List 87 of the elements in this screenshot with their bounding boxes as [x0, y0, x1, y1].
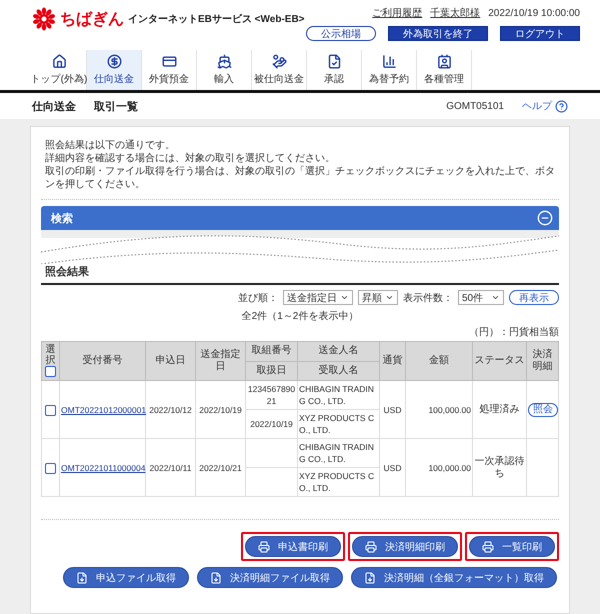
download-button[interactable]: 決済明細ファイル取得 — [197, 567, 343, 588]
nav-tab[interactable]: 被仕向送金 — [252, 50, 307, 90]
column-header: 取組番号 — [246, 342, 298, 362]
search-panel-header[interactable]: 検索 — [41, 206, 559, 230]
collapse-icon[interactable] — [537, 210, 553, 226]
dollar-coin-icon — [106, 54, 122, 69]
file-download-icon — [76, 572, 88, 584]
download-button[interactable]: 申込ファイル取得 — [63, 567, 189, 588]
header-link[interactable]: 千葉太郎様 — [430, 6, 480, 20]
table-cell: USD — [380, 438, 406, 497]
contact-card-icon — [436, 54, 452, 69]
service-name: インターネットEBサービス <Web-EB> — [128, 12, 304, 26]
column-header: 通貨 — [380, 342, 406, 381]
download-button[interactable]: 決済明細（全銀フォーマット）取得 — [351, 567, 557, 588]
header-button[interactable]: ログアウト — [500, 26, 580, 41]
print-button[interactable]: 決済明細印刷 — [352, 536, 458, 558]
screen-id: GOMT05101 — [446, 100, 504, 112]
table-cell: 123456789021 — [246, 380, 298, 410]
sort-field-select[interactable]: 送金指定日 — [283, 290, 353, 305]
caret-icon — [385, 293, 394, 302]
select-all-checkbox[interactable] — [45, 366, 56, 377]
table-cell: 100,000.00 — [406, 380, 472, 439]
header-link[interactable]: ご利用履歴 — [372, 6, 422, 20]
hand-coins-icon — [272, 54, 286, 69]
nav-tab[interactable]: 仕向送金 — [87, 50, 142, 90]
table-cell: 2022/10/19 — [246, 410, 298, 439]
receipt-number-link[interactable]: OMT20221012000001 — [61, 404, 146, 415]
column-header: 金額 — [406, 342, 472, 381]
table-cell: CHIBAGIN TRADING CO., LTD. — [298, 380, 380, 410]
result-summary: 全2件（1～2件を表示中） — [240, 310, 360, 323]
column-header: 受取人名 — [298, 361, 380, 381]
document-check-icon — [326, 54, 342, 69]
caret-icon — [491, 293, 500, 302]
instruction-text: 詳細内容を確認する場合には、対象の取引を選択してください。 — [45, 152, 336, 165]
sort-label: 並び順： — [238, 292, 278, 304]
table-cell: CHIBAGIN TRADING CO., LTD. — [298, 438, 380, 468]
table-cell: 処理済み — [472, 380, 526, 439]
column-header: 申込日 — [146, 342, 196, 381]
printer-icon — [365, 540, 377, 553]
print-button[interactable]: 申込書印刷 — [245, 536, 341, 558]
row-checkbox[interactable] — [45, 404, 56, 416]
page-title: 仕向送金 — [32, 100, 76, 114]
home-icon — [52, 54, 66, 69]
bar-chart-icon — [382, 54, 396, 69]
count-select[interactable]: 50件 — [458, 290, 504, 305]
count-label: 表示件数： — [403, 292, 453, 304]
table-cell: 2022/10/21 — [196, 438, 246, 497]
print-button[interactable]: 一覧印刷 — [469, 536, 555, 558]
table-cell: 2022/10/12 — [146, 380, 196, 439]
help-icon — [555, 100, 568, 112]
view-button[interactable]: 照会 — [528, 402, 558, 417]
column-header: 決済明細 — [526, 342, 558, 381]
column-header: 選択 — [42, 342, 60, 381]
receipt-number-link[interactable]: OMT20221011000004 — [61, 462, 146, 473]
header-button[interactable]: 公示相場 — [306, 26, 376, 41]
table-cell: USD — [380, 380, 406, 439]
file-download-icon — [210, 572, 222, 584]
section-title: 照会結果 — [41, 264, 559, 285]
printer-icon — [258, 540, 270, 553]
nav-tab[interactable]: トップ(外為) — [32, 50, 87, 90]
help-link[interactable]: ヘルプ — [522, 99, 568, 113]
search-title: 検索 — [51, 212, 73, 226]
printer-icon — [482, 540, 494, 553]
column-header: 受付番号 — [60, 342, 146, 381]
caret-icon — [340, 293, 349, 302]
table-cell: 2022/10/11 — [146, 438, 196, 497]
logo-icon — [32, 7, 56, 31]
unit-note: （円）：円貨相当額 — [468, 326, 559, 339]
card-icon — [162, 54, 176, 69]
column-header: 送金人名 — [298, 342, 380, 362]
date-time: 2022/10/19 10:00:00 — [488, 8, 580, 18]
instruction-text: 取引の印刷・ファイル取得を行う場合は、対象の取引の「選択」チェックボックスにチェックを入れた上で、ボタンを押してください。 — [45, 165, 555, 191]
table-cell: 100,000.00 — [406, 438, 472, 497]
table-cell: 2022/10/19 — [196, 380, 246, 439]
row-checkbox[interactable] — [45, 462, 56, 474]
ship-icon — [216, 54, 232, 69]
column-header: 送金指定日 — [196, 342, 246, 381]
table-cell: 一次承認待ち — [472, 438, 526, 497]
instruction-text: 照会結果は以下の通りです。 — [45, 139, 176, 152]
header-button[interactable]: 外為取引を終了 — [388, 26, 488, 41]
column-header: 取扱日 — [246, 361, 298, 381]
logo-text: ちばぎん — [60, 10, 124, 30]
file-download-icon — [364, 572, 376, 584]
page-title: 取引一覧 — [94, 100, 138, 114]
refresh-button[interactable]: 再表示 — [509, 290, 559, 305]
sort-order-select[interactable]: 昇順 — [358, 290, 398, 305]
column-header: ステータス — [472, 342, 526, 381]
